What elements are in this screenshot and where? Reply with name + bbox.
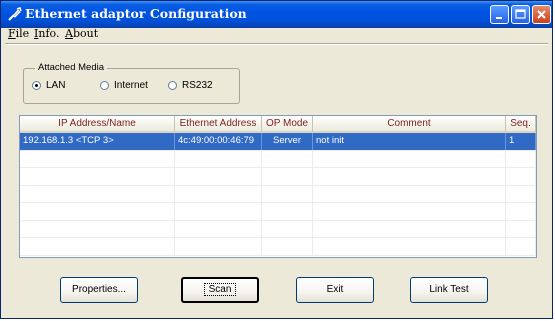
table-row[interactable] [20,185,536,203]
close-button[interactable] [532,5,551,24]
cell-seq [506,220,536,237]
window-title: Ethernet adaptor Configuration [25,6,247,21]
menu-separator [5,43,548,45]
cell-ethernet [175,220,262,237]
cell-seq: 1 [506,133,536,150]
minimize-icon [496,17,502,19]
cell-seq [506,168,536,185]
menu-info[interactable]: Info. [34,27,59,40]
attached-media-legend: Attached Media [35,62,108,73]
radio-lan-dot[interactable] [32,81,41,90]
radio-lan-label: LAN [46,80,66,91]
cell-comment [313,238,506,255]
cell-seq [506,185,536,202]
cell-ethernet [175,185,262,202]
cell-ethernet: 4c:49:00:00:46:79 [175,133,262,150]
menu-about-label: bout [72,27,99,40]
close-icon [537,10,546,19]
menu-bar: File Info. About [1,27,552,42]
cell-comment [313,168,506,185]
maximize-icon [515,9,526,19]
cell-comment [313,203,506,220]
menu-about[interactable]: About [65,27,98,40]
scan-button[interactable]: Scan [181,277,259,303]
table-row[interactable] [20,203,536,221]
menu-file[interactable]: File [8,27,29,40]
app-window: Ethernet adaptor Configuration File Info… [0,0,553,319]
device-list-body: 192.168.1.3 <TCP 3> 4c:49:00:00:46:79 Se… [20,133,536,256]
cell-ip [20,185,175,202]
device-list-header: IP Address/Name Ethernet Address OP Mode… [20,116,536,133]
cell-comment [313,150,506,167]
menu-file-accel: F [8,27,16,40]
cell-opmode [262,203,313,220]
cell-ethernet [175,203,262,220]
column-header-seq[interactable]: Seq. [506,116,536,133]
cell-comment [313,185,506,202]
cell-opmode [262,168,313,185]
menu-file-label: ile [15,27,30,40]
cell-ip [20,203,175,220]
cell-ip [20,168,175,185]
cell-opmode: Server [262,133,313,150]
menu-info-label: nfo. [38,27,60,40]
properties-button[interactable]: Properties... [60,277,138,303]
table-row[interactable] [20,168,536,186]
radio-internet[interactable]: Internet [100,80,148,91]
radio-rs232-label: RS232 [182,80,213,91]
menu-about-accel: A [65,27,73,40]
cell-comment [313,220,506,237]
cell-ethernet [175,238,262,255]
cell-ip: 192.168.1.3 <TCP 3> [20,133,175,150]
radio-rs232[interactable]: RS232 [168,80,213,91]
cell-seq [506,238,536,255]
cell-seq [506,203,536,220]
cell-comment: not init [313,133,506,150]
cell-ip [20,220,175,237]
scan-button-label: Scan [203,283,237,296]
radio-internet-dot[interactable] [100,81,109,90]
cell-ethernet [175,150,262,167]
device-list[interactable]: IP Address/Name Ethernet Address OP Mode… [19,115,537,258]
cell-opmode [262,185,313,202]
cell-opmode [262,150,313,167]
radio-rs232-dot[interactable] [168,81,177,90]
cell-ip [20,150,175,167]
cell-opmode [262,220,313,237]
column-header-ip[interactable]: IP Address/Name [20,116,175,133]
cell-opmode [262,238,313,255]
column-header-ethernet[interactable]: Ethernet Address [175,116,262,133]
minimize-button[interactable] [490,5,509,24]
column-header-comment[interactable]: Comment [313,116,506,133]
network-cable-icon [8,7,22,21]
title-bar[interactable]: Ethernet adaptor Configuration [1,1,552,28]
table-row[interactable]: 192.168.1.3 <TCP 3> 4c:49:00:00:46:79 Se… [20,133,536,151]
cell-seq [506,150,536,167]
cell-ethernet [175,168,262,185]
radio-lan[interactable]: LAN [32,80,65,91]
table-row[interactable] [20,220,536,238]
table-row[interactable] [20,238,536,256]
link-test-button[interactable]: Link Test [410,277,488,303]
exit-button[interactable]: Exit [296,277,374,303]
column-header-opmode[interactable]: OP Mode [262,116,313,133]
table-row[interactable] [20,150,536,168]
radio-internet-label: Internet [114,80,148,91]
cell-ip [20,238,175,255]
maximize-button[interactable] [511,5,530,24]
